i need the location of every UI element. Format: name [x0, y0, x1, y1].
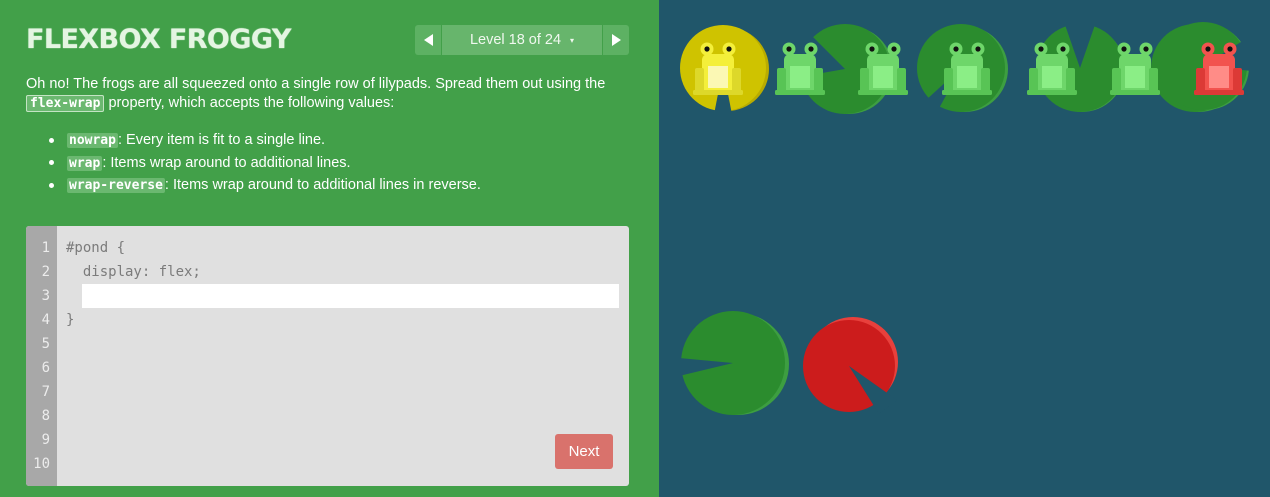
line-number: 4 [41, 312, 50, 328]
line-number: 7 [41, 384, 50, 400]
frog-icon-green [775, 42, 825, 95]
instructions-text-after: property, which accepts the following va… [104, 95, 395, 111]
list-item: wrap: Items wrap around to additional li… [49, 152, 481, 175]
previous-level-button[interactable] [415, 25, 441, 55]
next-level-button[interactable] [603, 25, 629, 55]
left-arrow-icon [423, 34, 433, 46]
value-description: : Items wrap around to additional lines. [102, 154, 351, 171]
level-label: Level 18 of 24 [469, 32, 562, 48]
list-item: wrap-reverse: Items wrap around to addit… [49, 174, 481, 197]
code-line-closing-brace: } [66, 312, 75, 328]
level-dropdown[interactable]: Level 18 of 24 ▾ [442, 25, 602, 55]
frog-icon-green [1110, 42, 1160, 95]
frog-icon-green [858, 42, 908, 95]
list-item: nowrap: Every item is fit to a single li… [49, 129, 481, 152]
value-code: nowrap [67, 133, 118, 148]
value-code: wrap [67, 155, 103, 171]
value-description: : Every item is fit to a single line. [117, 132, 326, 148]
code-editor: 1 2 3 4 5 6 7 8 9 10 #pond { display: fl… [26, 226, 629, 486]
line-number: 6 [41, 360, 50, 376]
caret-down-icon: ▾ [570, 35, 575, 45]
frog-icon-green [942, 42, 992, 95]
line-number: 2 [41, 264, 50, 280]
pond [659, 0, 1270, 497]
line-number: 9 [41, 432, 50, 448]
values-list: nowrap: Every item is fit to a single li… [49, 129, 481, 197]
line-number-gutter: 1 2 3 4 5 6 7 8 9 10 [26, 226, 57, 486]
line-number: 3 [41, 288, 50, 304]
frog-icon-green [1027, 42, 1077, 95]
frog-icon-yellow [693, 42, 743, 95]
code-line-display: display: flex; [66, 264, 201, 280]
next-button[interactable]: Next [555, 434, 613, 469]
line-number: 5 [41, 336, 50, 352]
sidebar: FLEXBOX FROGGY Level 18 of 24 ▾ Oh no! T… [0, 0, 659, 497]
line-number: 1 [41, 240, 50, 256]
frog-icon-red [1194, 42, 1244, 95]
instructions-line-2: flex-wrap property, which accepts the fo… [26, 94, 394, 113]
lilypad-red [803, 317, 898, 414]
code-line-selector: #pond { [66, 240, 126, 256]
lilypad-green [679, 311, 789, 415]
level-navigation: Level 18 of 24 ▾ [415, 25, 629, 55]
property-code: flex-wrap [26, 95, 105, 112]
instructions-line-1: Oh no! The frogs are all squeezed onto a… [26, 76, 606, 92]
value-code: wrap-reverse [67, 178, 165, 193]
right-arrow-icon [611, 34, 621, 46]
line-number: 10 [33, 456, 50, 472]
css-input[interactable] [82, 284, 619, 308]
value-description: : Items wrap around to additional lines … [164, 177, 481, 193]
app-title: FLEXBOX FROGGY [26, 24, 291, 55]
line-number: 8 [41, 408, 50, 424]
